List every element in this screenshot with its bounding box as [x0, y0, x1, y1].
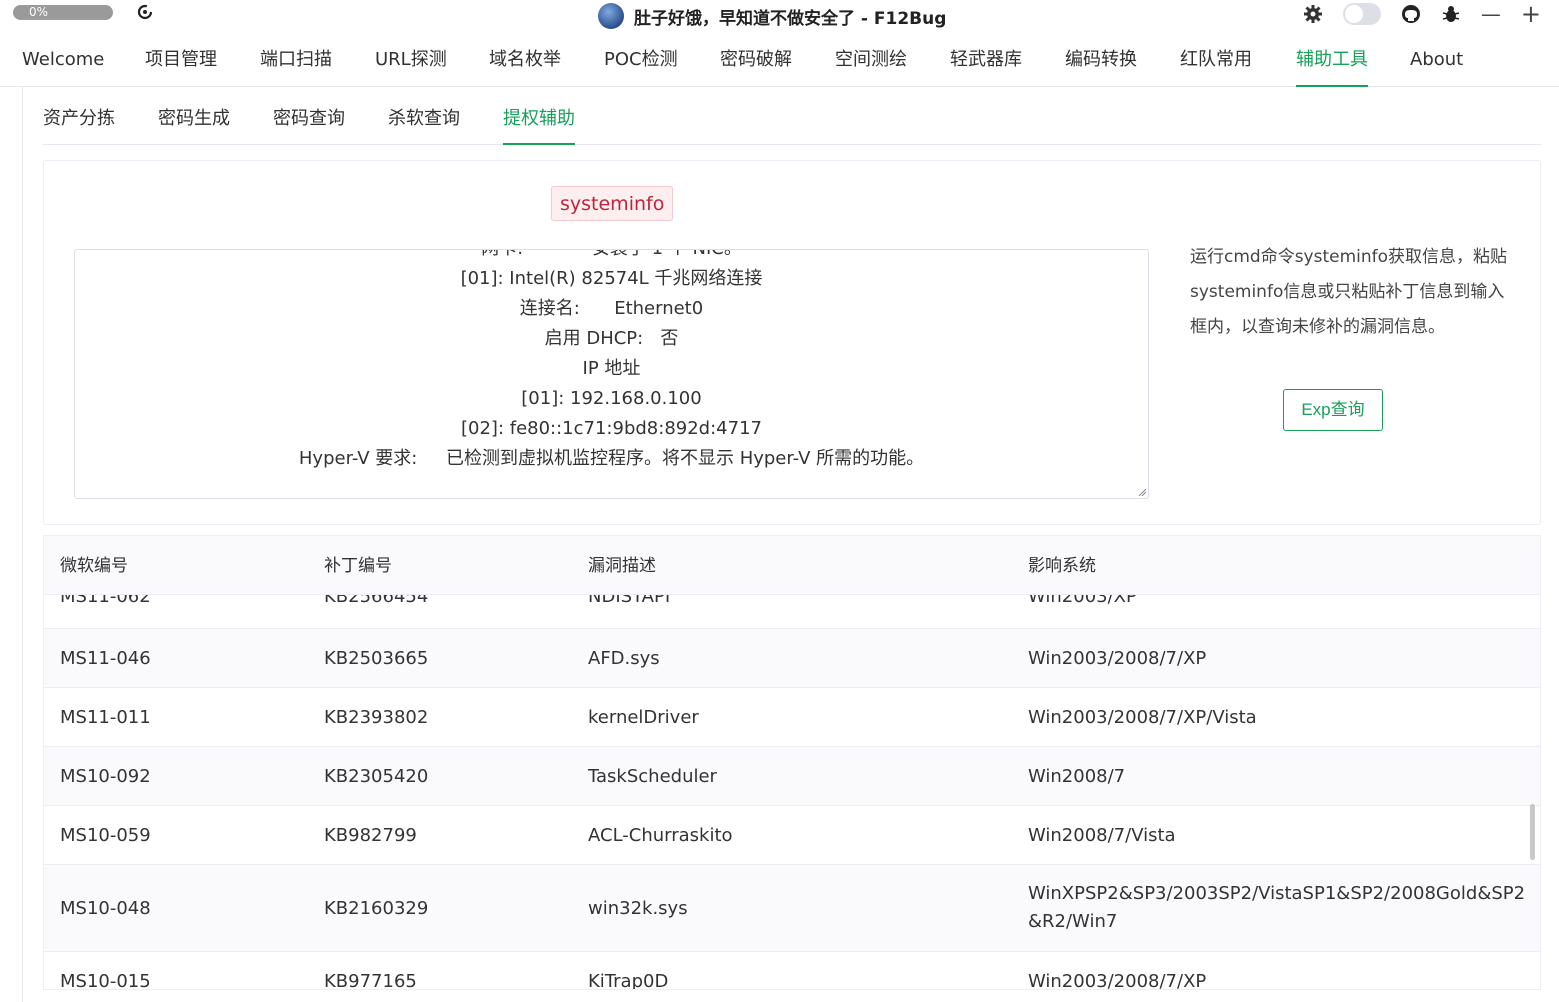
cell-description: win32k.sys [588, 897, 688, 919]
cell-kb-id: KB982799 [324, 824, 417, 846]
cell-description: TaskScheduler [588, 765, 717, 787]
table-row[interactable]: MS10-015 KB977165 KiTrap0D Win2003/2008/… [44, 952, 1540, 990]
nav-welcome[interactable]: Welcome [22, 34, 104, 87]
refresh-icon[interactable] [137, 4, 153, 20]
minimize-button[interactable]: — [1481, 2, 1501, 26]
exp-query-button[interactable]: Exp查询 [1283, 389, 1383, 431]
input-line: 启用 DHCP: 否 [544, 328, 679, 349]
table-row[interactable]: MS11-062 KB2566454 NDISTAPI Win2003/XP [44, 595, 1540, 629]
systeminfo-input-content: 网卡: 安装了 1 个 NIC。 [01]: Intel(R) 82574L 千… [75, 250, 1148, 474]
table-scrollbar[interactable] [1530, 804, 1535, 860]
nav-red-team[interactable]: 红队常用 [1180, 34, 1252, 87]
cell-ms-id: MS11-011 [60, 706, 151, 728]
nav-port-scan[interactable]: 端口扫描 [260, 34, 332, 87]
cell-kb-id: KB2566454 [324, 595, 429, 607]
window-title-group: 肚子好饿，早知道不做安全了 - F12Bug [598, 3, 947, 29]
tab-password-query[interactable]: 密码查询 [273, 88, 345, 145]
input-line: 连接名: Ethernet0 [519, 298, 704, 319]
cell-kb-id: KB2503665 [324, 647, 429, 669]
input-line: [01]: Intel(R) 82574L 千兆网络连接 [460, 268, 763, 289]
window-title: 肚子好饿，早知道不做安全了 - F12Bug [634, 8, 947, 29]
cell-description: ACL-Churraskito [588, 824, 733, 846]
title-bar: 0% 肚子好饿，早知道不做安全了 - F12Bug — + [0, 0, 1559, 34]
app-logo-icon [598, 3, 624, 29]
cell-affected: Win2008/7/Vista [1028, 824, 1176, 846]
cell-description: KiTrap0D [588, 970, 669, 990]
cell-kb-id: KB977165 [324, 970, 417, 990]
vuln-table: 微软编号 补丁编号 漏洞描述 影响系统 MS11-062 KB2566454 N… [43, 535, 1541, 990]
table-header: 微软编号 补丁编号 漏洞描述 影响系统 [44, 536, 1540, 595]
cell-affected: WinXPSP2&SP3/2003SP2/VistaSP1&SP2/2008Go… [1028, 883, 1526, 932]
tab-av-query[interactable]: 杀软查询 [388, 88, 460, 145]
cell-affected: Win2003/2008/7/XP [1028, 647, 1207, 669]
nav-about[interactable]: About [1410, 34, 1463, 87]
input-line: 网卡: 安装了 1 个 NIC。 [75, 250, 1148, 264]
bug-icon[interactable] [1441, 4, 1461, 24]
nav-domain-enum[interactable]: 域名枚举 [489, 34, 561, 87]
tab-privilege-escalation[interactable]: 提权辅助 [503, 88, 575, 145]
table-row[interactable]: MS10-048 KB2160329 win32k.sys WinXPSP2&S… [44, 865, 1540, 952]
nav-aux-tools[interactable]: 辅助工具 [1296, 34, 1368, 87]
gear-icon[interactable] [1303, 4, 1323, 24]
progress-text: 0% [29, 5, 49, 19]
theme-toggle[interactable] [1342, 3, 1381, 25]
table-body: MS11-062 KB2566454 NDISTAPI Win2003/XP M… [44, 595, 1540, 989]
cell-affected: Win2003/2008/7/XP/Vista [1028, 706, 1257, 728]
nav-light-weapons[interactable]: 轻武器库 [950, 34, 1022, 87]
input-line: [01]: 192.168.0.100 [521, 388, 702, 409]
cell-affected: Win2003/2008/7/XP [1028, 970, 1207, 990]
usage-description: 运行cmd命令systeminfo获取信息，粘贴systeminfo信息或只粘贴… [1190, 247, 1508, 337]
maximize-button[interactable]: + [1521, 0, 1541, 28]
cell-kb-id: KB2160329 [324, 897, 429, 919]
cell-affected: Win2003/XP [1028, 595, 1137, 607]
col-affected-systems: 影响系统 [1028, 556, 1096, 576]
nav-encoding[interactable]: 编码转换 [1065, 34, 1137, 87]
main-nav: Welcome 项目管理 端口扫描 URL探测 域名枚举 POC检测 密码破解 … [0, 34, 1559, 87]
cell-affected: Win2008/7 [1028, 765, 1126, 787]
cell-description: AFD.sys [588, 647, 660, 669]
cell-kb-id: KB2393802 [324, 706, 429, 728]
col-description: 漏洞描述 [588, 556, 656, 576]
progress-bar: 0% [13, 5, 113, 20]
sub-tabs: 资产分拣 密码生成 密码查询 杀软查询 提权辅助 [43, 88, 1541, 145]
table-row[interactable]: MS10-092 KB2305420 TaskScheduler Win2008… [44, 747, 1540, 806]
cell-description: NDISTAPI [588, 595, 671, 607]
systeminfo-tag: systeminfo [551, 186, 674, 221]
tab-asset-sort[interactable]: 资产分拣 [43, 88, 115, 145]
resize-handle-icon[interactable] [1138, 488, 1146, 496]
left-divider [22, 87, 23, 1002]
cell-ms-id: MS11-062 [60, 595, 151, 607]
nav-space-mapping[interactable]: 空间测绘 [835, 34, 907, 87]
cell-ms-id: MS10-015 [60, 970, 151, 990]
cell-ms-id: MS10-059 [60, 824, 151, 846]
nav-poc-check[interactable]: POC检测 [604, 34, 678, 87]
tab-password-gen[interactable]: 密码生成 [158, 88, 230, 145]
table-row[interactable]: MS11-011 KB2393802 kernelDriver Win2003/… [44, 688, 1540, 747]
cell-kb-id: KB2305420 [324, 765, 429, 787]
input-line: [02]: fe80::1c71:9bd8:892d:4717 [461, 418, 762, 439]
titlebar-controls: — + [1303, 0, 1541, 28]
table-row[interactable]: MS10-059 KB982799 ACL-Churraskito Win200… [44, 806, 1540, 865]
nav-project-management[interactable]: 项目管理 [145, 34, 217, 87]
table-rows: MS11-062 KB2566454 NDISTAPI Win2003/XP M… [44, 595, 1540, 989]
col-ms-id: 微软编号 [60, 556, 128, 576]
table-row[interactable]: MS11-046 KB2503665 AFD.sys Win2003/2008/… [44, 629, 1540, 688]
input-line: Hyper-V 要求: 已检测到虚拟机监控程序。将不显示 Hyper-V 所需的… [298, 448, 925, 469]
col-kb-id: 补丁编号 [324, 556, 392, 576]
cell-ms-id: MS11-046 [60, 647, 151, 669]
nav-password-crack[interactable]: 密码破解 [720, 34, 792, 87]
github-icon[interactable] [1401, 4, 1421, 24]
cell-ms-id: MS10-092 [60, 765, 151, 787]
cell-description: kernelDriver [588, 706, 699, 728]
nav-url-probe[interactable]: URL探测 [375, 34, 447, 87]
input-line: IP 地址 [582, 358, 641, 379]
cell-ms-id: MS10-048 [60, 897, 151, 919]
systeminfo-input[interactable]: 网卡: 安装了 1 个 NIC。 [01]: Intel(R) 82574L 千… [74, 249, 1149, 499]
